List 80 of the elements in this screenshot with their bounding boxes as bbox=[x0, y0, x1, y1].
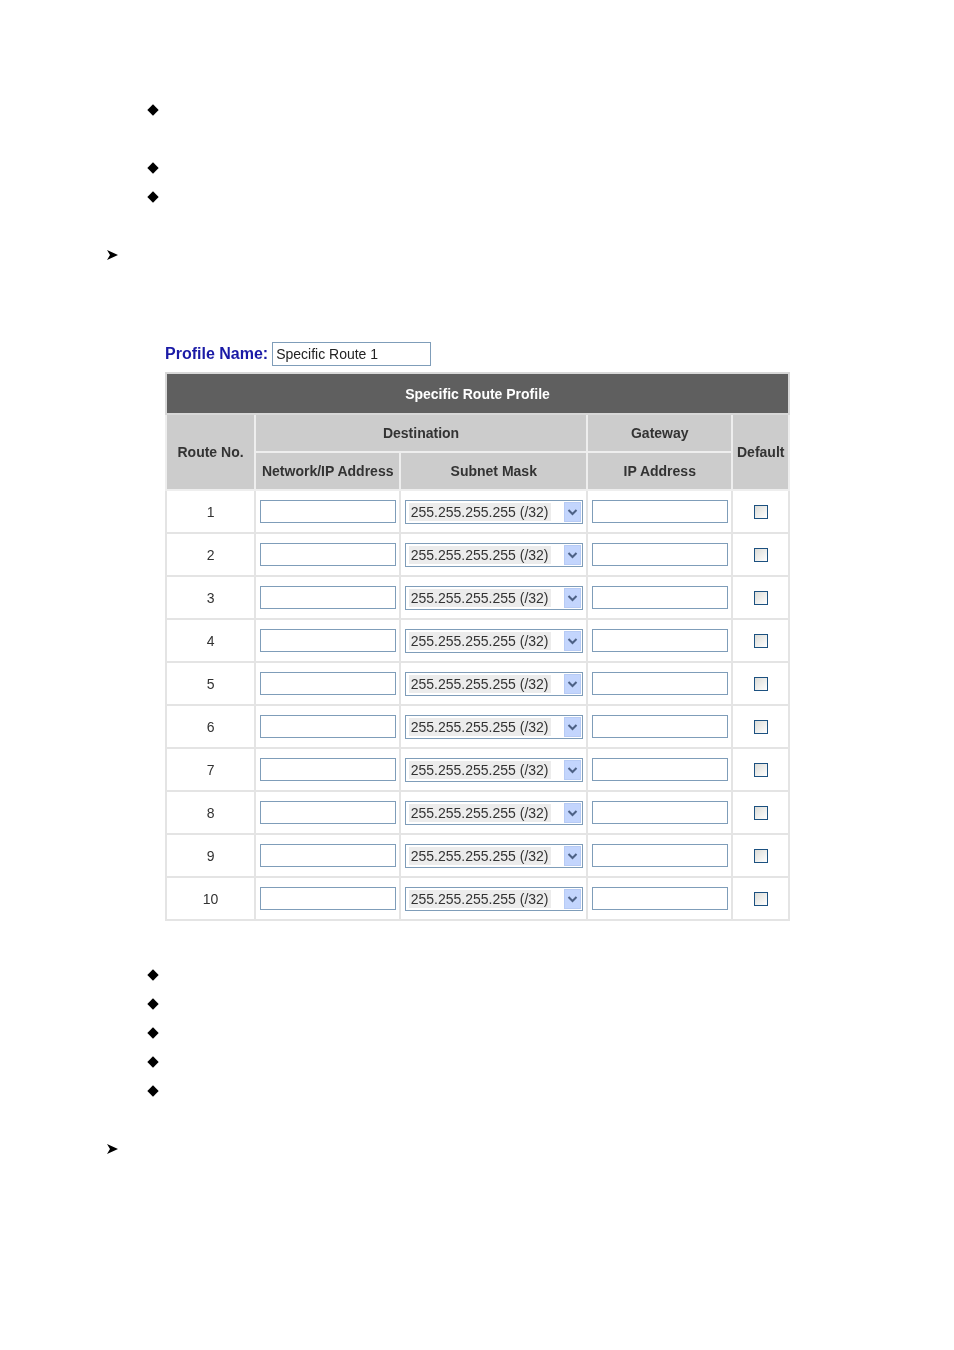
subnet-mask-dropdown[interactable]: 255.255.255.255 (/32) bbox=[404, 886, 583, 911]
gateway-address-field[interactable] bbox=[591, 801, 728, 824]
table-title: Specific Route Profile bbox=[166, 373, 789, 414]
arrowhead-bullet-icon bbox=[107, 1144, 118, 1154]
column-header: Route No. bbox=[166, 414, 256, 490]
dropdown-caret-icon bbox=[563, 759, 581, 780]
network-address-field[interactable] bbox=[259, 801, 396, 824]
network-address-field[interactable] bbox=[259, 629, 396, 652]
gateway-address-field[interactable] bbox=[591, 672, 728, 695]
network-address-field[interactable] bbox=[259, 887, 396, 910]
default-checkbox[interactable] bbox=[753, 848, 768, 863]
route-number: 4 bbox=[206, 632, 215, 649]
route-number: 2 bbox=[206, 546, 215, 563]
route-number: 1 bbox=[206, 503, 215, 520]
dropdown-caret-icon bbox=[563, 501, 581, 522]
network-address-field[interactable] bbox=[259, 715, 396, 738]
network-address-field[interactable] bbox=[259, 758, 396, 781]
column-header: IP Address bbox=[587, 452, 733, 490]
gateway-address-field[interactable] bbox=[591, 629, 728, 652]
route-number: 10 bbox=[202, 890, 219, 907]
gateway-address-field[interactable] bbox=[591, 844, 728, 867]
dropdown-caret-icon bbox=[563, 673, 581, 694]
default-checkbox[interactable] bbox=[753, 762, 768, 777]
route-number: 3 bbox=[206, 589, 215, 606]
network-address-field[interactable] bbox=[259, 586, 396, 609]
default-checkbox[interactable] bbox=[753, 547, 768, 562]
diamond-bullet-icon bbox=[147, 162, 159, 174]
dropdown-caret-icon bbox=[563, 888, 581, 909]
column-group-header: Gateway bbox=[587, 414, 733, 452]
route-number: 9 bbox=[206, 847, 215, 864]
default-checkbox[interactable] bbox=[753, 633, 768, 648]
arrowhead-bullet-icon bbox=[107, 250, 118, 260]
default-checkbox[interactable] bbox=[753, 719, 768, 734]
subnet-mask-dropdown[interactable]: 255.255.255.255 (/32) bbox=[404, 585, 583, 610]
column-header: Default bbox=[732, 414, 789, 490]
diamond-bullet-icon bbox=[147, 191, 159, 203]
network-address-field[interactable] bbox=[259, 500, 396, 523]
network-address-field[interactable] bbox=[259, 844, 396, 867]
subnet-mask-dropdown[interactable]: 255.255.255.255 (/32) bbox=[404, 757, 583, 782]
subnet-mask-dropdown[interactable]: 255.255.255.255 (/32) bbox=[404, 714, 583, 739]
diamond-bullet-icon bbox=[147, 104, 159, 116]
profile-name-field[interactable]: Specific Route 1 bbox=[272, 342, 432, 366]
route-number: 5 bbox=[206, 675, 215, 692]
default-checkbox[interactable] bbox=[753, 805, 768, 820]
gateway-address-field[interactable] bbox=[591, 715, 728, 738]
default-checkbox[interactable] bbox=[753, 891, 768, 906]
dropdown-caret-icon bbox=[563, 716, 581, 737]
default-checkbox[interactable] bbox=[753, 504, 768, 519]
diamond-bullet-icon bbox=[147, 1056, 159, 1068]
dropdown-caret-icon bbox=[563, 630, 581, 651]
subnet-mask-dropdown[interactable]: 255.255.255.255 (/32) bbox=[404, 843, 583, 868]
diamond-bullet-icon bbox=[147, 969, 159, 981]
subnet-mask-dropdown[interactable]: 255.255.255.255 (/32) bbox=[404, 628, 583, 653]
default-checkbox[interactable] bbox=[753, 676, 768, 691]
gateway-address-field[interactable] bbox=[591, 586, 728, 609]
subnet-mask-dropdown[interactable]: 255.255.255.255 (/32) bbox=[404, 800, 583, 825]
default-checkbox[interactable] bbox=[753, 590, 768, 605]
diamond-bullet-icon bbox=[147, 1085, 159, 1097]
column-header: Subnet Mask bbox=[400, 452, 588, 490]
subnet-mask-dropdown[interactable]: 255.255.255.255 (/32) bbox=[404, 671, 583, 696]
route-number: 8 bbox=[206, 804, 215, 821]
dropdown-caret-icon bbox=[563, 544, 581, 565]
network-address-field[interactable] bbox=[259, 543, 396, 566]
subnet-mask-dropdown[interactable]: 255.255.255.255 (/32) bbox=[404, 499, 583, 524]
route-number: 7 bbox=[206, 761, 215, 778]
profile-name-label: Profile Name: bbox=[165, 345, 269, 363]
column-group-header: Destination bbox=[255, 414, 588, 452]
gateway-address-field[interactable] bbox=[591, 543, 728, 566]
network-address-field[interactable] bbox=[259, 672, 396, 695]
gateway-address-field[interactable] bbox=[591, 758, 728, 781]
diamond-bullet-icon bbox=[147, 998, 159, 1010]
diamond-bullet-icon bbox=[147, 1027, 159, 1039]
column-header: Network/IP Address bbox=[255, 452, 401, 490]
dropdown-caret-icon bbox=[563, 587, 581, 608]
gateway-address-field[interactable] bbox=[591, 500, 728, 523]
dropdown-caret-icon bbox=[563, 802, 581, 823]
subnet-mask-dropdown[interactable]: 255.255.255.255 (/32) bbox=[404, 542, 583, 567]
dropdown-caret-icon bbox=[563, 845, 581, 866]
gateway-address-field[interactable] bbox=[591, 887, 728, 910]
route-number: 6 bbox=[206, 718, 215, 735]
